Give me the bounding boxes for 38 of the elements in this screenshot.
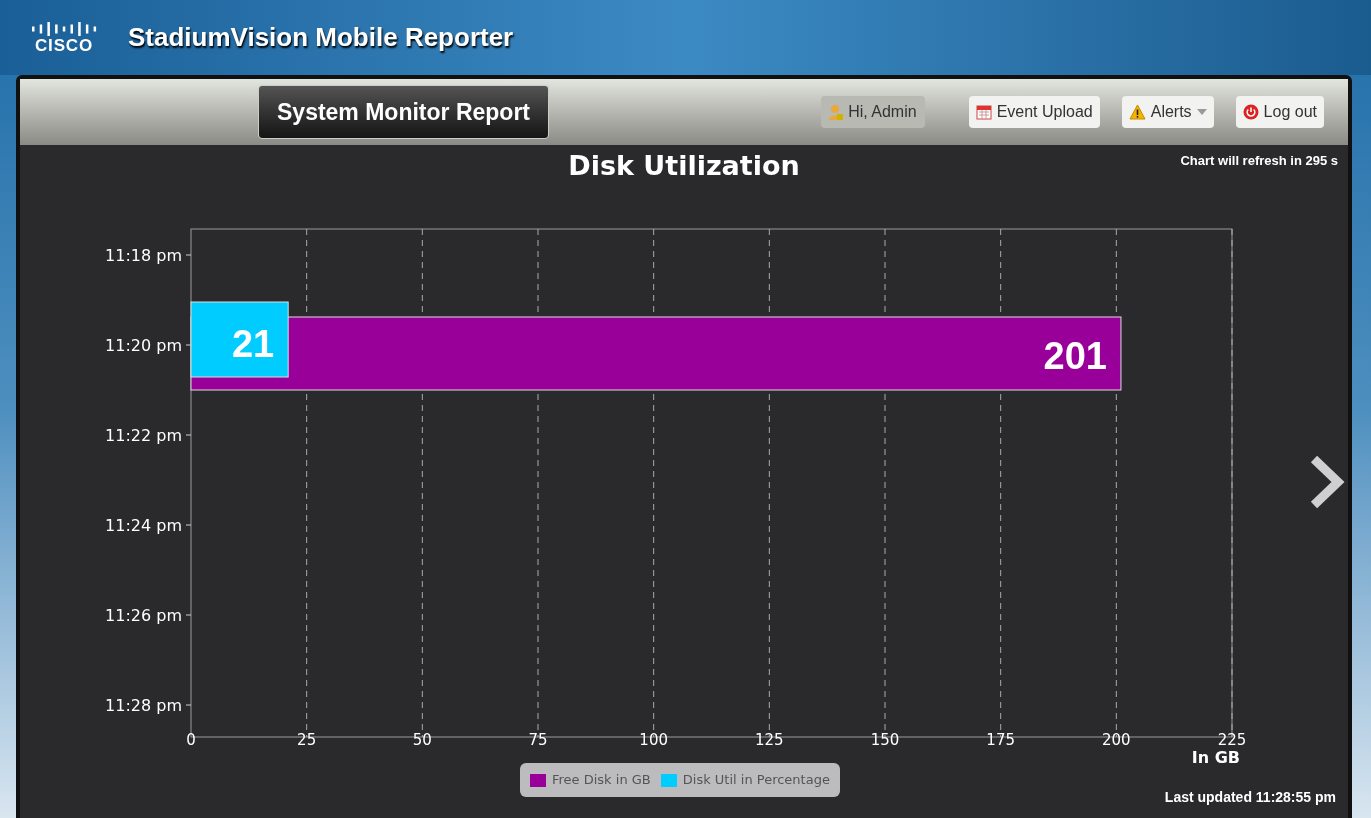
- y-tick-label: 11:18 pm: [105, 246, 182, 265]
- x-tick-label: 200: [1102, 731, 1131, 749]
- legend-item: Free Disk in GB: [530, 770, 651, 790]
- user-icon: [829, 104, 844, 120]
- bar-value-label: 21: [231, 323, 275, 365]
- y-tick-label: 11:28 pm: [105, 696, 182, 715]
- report-title: System Monitor Report: [258, 85, 550, 139]
- x-axis-title: In GB: [1191, 747, 1240, 769]
- refresh-note: Chart will refresh in 295 s: [1180, 152, 1338, 170]
- warning-icon: [1128, 104, 1146, 120]
- x-tick-label: 125: [755, 731, 784, 749]
- y-tick-label: 11:20 pm: [105, 336, 182, 355]
- bar-value-label: 201: [1043, 335, 1107, 377]
- calendar-icon: [975, 104, 992, 120]
- y-tick-label: 11:26 pm: [105, 606, 182, 625]
- next-chevron-icon[interactable]: [1308, 455, 1346, 509]
- x-tick-label: 225: [1217, 731, 1247, 749]
- legend-item: Disk Util in Percentage: [660, 770, 830, 790]
- y-tick-label: 11:24 pm: [105, 516, 182, 535]
- upload-button[interactable]: Event Upload: [968, 96, 1100, 128]
- app-title: StadiumVision Mobile Reporter: [128, 21, 514, 54]
- x-tick-label: 25: [297, 731, 317, 749]
- x-tick-label: 0: [186, 731, 196, 749]
- y-tick-label: 11:22 pm: [105, 426, 182, 445]
- x-tick-label: 100: [639, 731, 668, 749]
- logo-text: CISCO: [34, 37, 94, 54]
- x-tick-label: 175: [986, 731, 1015, 749]
- user-greeting: Hi, Admin: [821, 96, 925, 128]
- x-tick-label: 150: [870, 731, 900, 749]
- x-tick-label: 75: [528, 731, 548, 749]
- chart-title: Disk Utilization: [568, 150, 800, 182]
- power-icon: [1242, 104, 1259, 120]
- x-tick-label: 50: [412, 731, 432, 749]
- logo-bars-icon: [30, 21, 98, 37]
- caret-icon: [1196, 109, 1207, 115]
- logout-button[interactable]: Log out: [1235, 96, 1324, 128]
- alerts-button[interactable]: Alerts: [1121, 96, 1214, 128]
- last-updated: Last updated 11:28:55 pm: [1164, 788, 1336, 807]
